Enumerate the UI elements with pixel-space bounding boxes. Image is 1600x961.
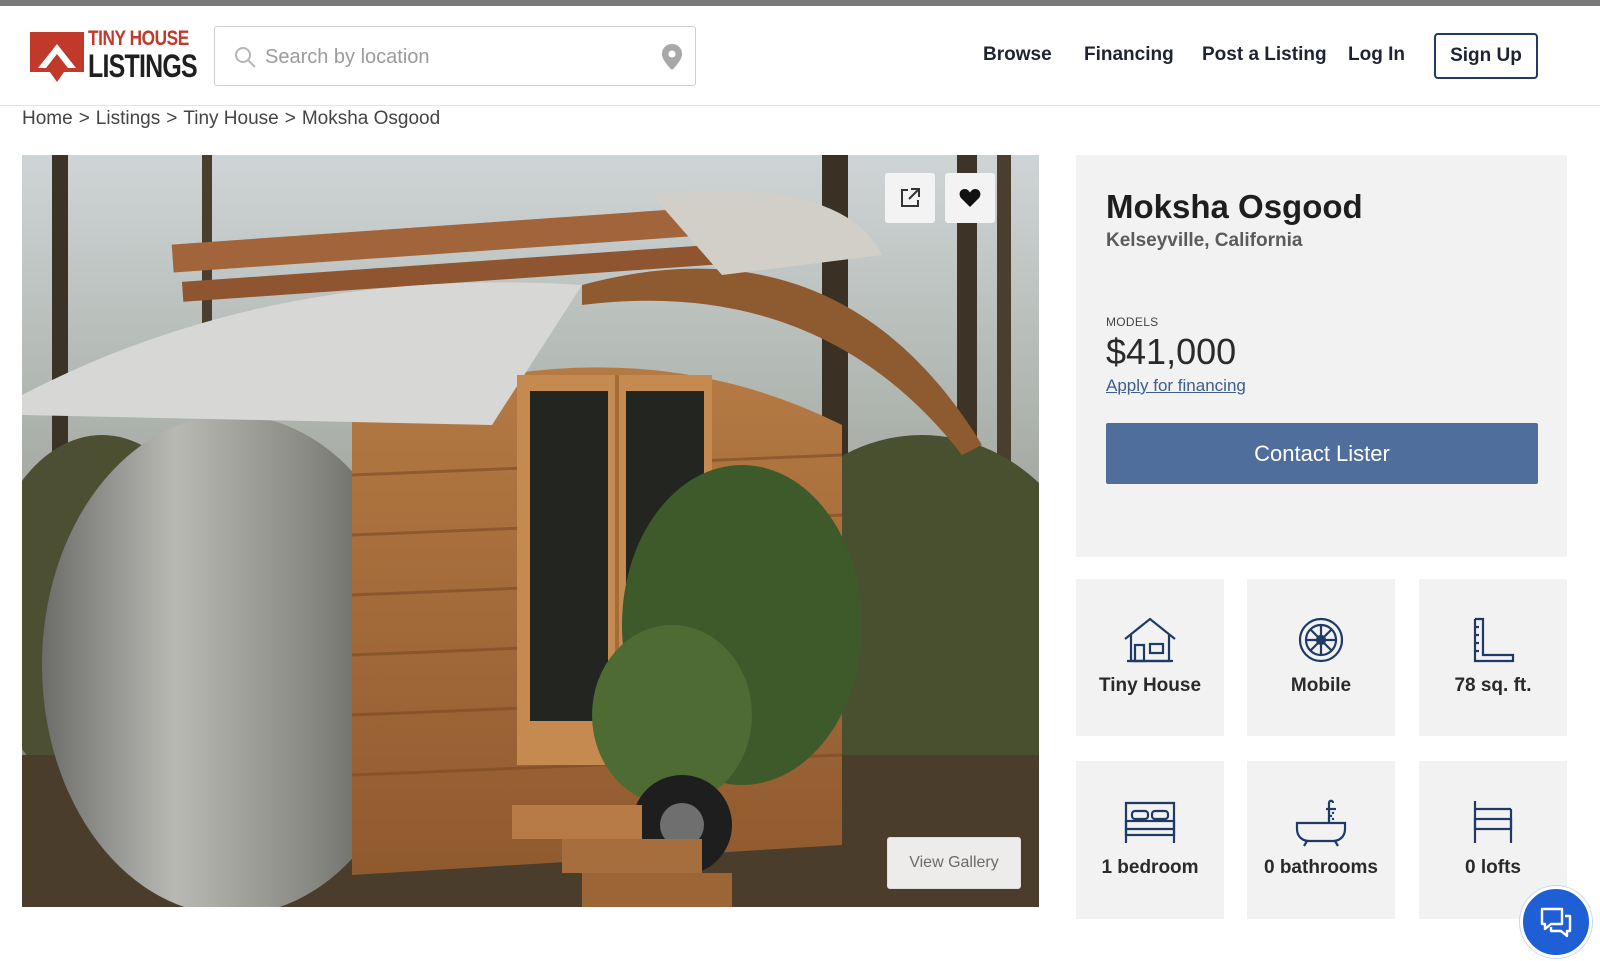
- listing-summary: Moksha Osgood Kelseyville, California MO…: [1076, 155, 1567, 557]
- breadcrumb-listings[interactable]: Listings: [96, 108, 160, 129]
- nav-post-listing[interactable]: Post a Listing: [1202, 44, 1327, 66]
- breadcrumb-current: Moksha Osgood: [301, 108, 441, 129]
- breadcrumb-tiny-house[interactable]: Tiny House: [183, 108, 278, 129]
- bed-icon: [1124, 801, 1176, 843]
- nav-login[interactable]: Log In: [1348, 44, 1405, 66]
- apply-financing-link[interactable]: Apply for financing: [1106, 376, 1246, 396]
- chat-bubble-icon: [1540, 907, 1572, 938]
- location-search: [214, 26, 696, 86]
- sign-up-button[interactable]: Sign Up: [1434, 33, 1538, 79]
- heart-icon: [959, 189, 981, 207]
- breadcrumb-separator: >: [78, 108, 90, 129]
- listing-price: $41,000: [1106, 331, 1237, 372]
- logo-house-icon: [30, 32, 84, 82]
- house-icon: [1124, 617, 1176, 663]
- site-logo[interactable]: TINY HOUSE LISTINGS: [30, 28, 198, 88]
- favorite-button[interactable]: [945, 173, 995, 223]
- feature-label: Mobile: [1290, 675, 1352, 696]
- feature-label: 78 sq. ft.: [1454, 675, 1532, 696]
- breadcrumb-separator: >: [284, 108, 296, 129]
- feature-tile-size: 78 sq. ft.: [1419, 579, 1567, 736]
- breadcrumb-separator: >: [166, 108, 178, 129]
- logo-line-1: TINY HOUSE: [88, 27, 189, 50]
- bathtub-icon: [1295, 799, 1347, 847]
- breadcrumb: Home > Listings > Tiny House > Moksha Osgood: [22, 108, 440, 130]
- chat-button[interactable]: [1520, 886, 1592, 958]
- tiny-house-photo: [22, 155, 1039, 907]
- feature-tile-mobility: Mobile: [1247, 579, 1395, 736]
- feature-tile-type: Tiny House: [1076, 579, 1224, 736]
- wheel-icon: [1298, 617, 1344, 663]
- feature-label: 0 lofts: [1465, 857, 1521, 878]
- loft-bed-icon: [1473, 801, 1513, 843]
- logo-text: TINY HOUSE LISTINGS: [88, 28, 228, 82]
- feature-tile-bedrooms: 1 bedroom: [1076, 761, 1224, 919]
- feature-label: 1 bedroom: [1101, 857, 1199, 878]
- site-header: TINY HOUSE LISTINGS Browse Financing Pos…: [0, 6, 1600, 106]
- breadcrumb-home[interactable]: Home: [22, 108, 73, 129]
- share-icon: [901, 188, 920, 207]
- listing-photo[interactable]: View Gallery: [22, 155, 1039, 907]
- logo-line-2: LISTINGS: [88, 48, 198, 84]
- models-label: MODELS: [1106, 315, 1159, 329]
- share-button[interactable]: [885, 173, 935, 223]
- feature-label: Tiny House: [1098, 675, 1202, 696]
- view-gallery-button[interactable]: View Gallery: [887, 837, 1021, 889]
- map-pin-icon[interactable]: [661, 43, 683, 71]
- ruler-icon: [1473, 617, 1515, 663]
- feature-label: 0 bathrooms: [1263, 857, 1379, 878]
- search-icon: [235, 47, 256, 68]
- search-input[interactable]: [265, 37, 635, 77]
- listing-location: Kelseyville, California: [1106, 230, 1303, 251]
- feature-tile-bathrooms: 0 bathrooms: [1247, 761, 1395, 919]
- nav-financing[interactable]: Financing: [1084, 44, 1174, 66]
- contact-lister-button[interactable]: Contact Lister: [1106, 423, 1538, 484]
- nav-browse[interactable]: Browse: [983, 44, 1052, 66]
- listing-title: Moksha Osgood: [1106, 188, 1363, 225]
